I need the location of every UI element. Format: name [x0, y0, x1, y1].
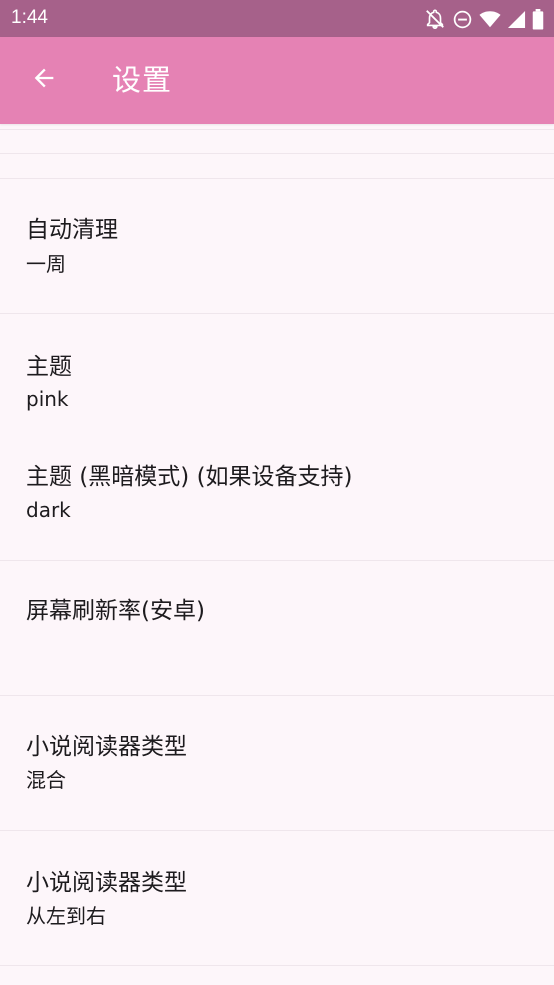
divider — [0, 153, 554, 154]
setting-title: 小说阅读器类型 — [26, 734, 187, 760]
battery-icon — [532, 8, 544, 30]
setting-theme[interactable]: 主题 pink — [0, 314, 554, 424]
divider — [0, 965, 554, 966]
status-bar: 1:44 — [0, 0, 554, 37]
setting-title: 自动清理 — [26, 217, 118, 243]
setting-title: 主题 — [26, 354, 72, 380]
notifications-off-icon — [424, 8, 446, 30]
setting-title: 主题 (黑暗模式) (如果设备支持) — [26, 464, 353, 490]
setting-refresh-rate[interactable]: 屏幕刷新率(安卓) — [0, 561, 554, 695]
wifi-icon — [479, 9, 501, 29]
setting-value: pink — [26, 387, 69, 411]
setting-novel-reader-direction[interactable]: 小说阅读器类型 从左到右 — [0, 831, 554, 965]
divider — [0, 129, 554, 130]
page-title: 设置 — [112, 63, 173, 97]
setting-auto-clean[interactable]: 自动清理 一周 — [0, 179, 554, 313]
setting-value: 混合 — [26, 768, 66, 792]
setting-novel-reader-type[interactable]: 小说阅读器类型 混合 — [0, 696, 554, 830]
arrow-back-icon — [30, 64, 58, 96]
status-icons — [424, 8, 544, 30]
cellular-signal-icon — [507, 10, 526, 29]
app-bar: 设置 — [0, 37, 554, 124]
setting-title: 小说阅读器类型 — [26, 870, 187, 896]
setting-title: 屏幕刷新率(安卓) — [26, 598, 205, 624]
setting-value: 从左到右 — [26, 904, 106, 928]
setting-theme-dark[interactable]: 主题 (黑暗模式) (如果设备支持) dark — [0, 424, 554, 560]
status-time: 1:44 — [11, 7, 48, 28]
setting-value: 一周 — [26, 252, 66, 276]
setting-value: dark — [26, 498, 71, 522]
do-not-disturb-icon — [452, 9, 473, 30]
back-button[interactable] — [22, 58, 66, 102]
